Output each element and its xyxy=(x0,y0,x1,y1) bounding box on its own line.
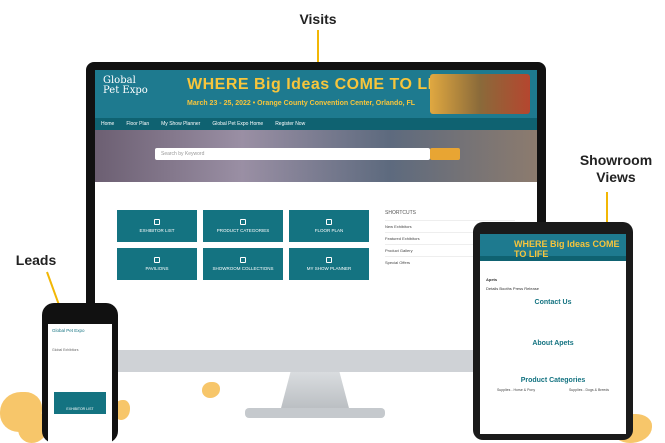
tile-label: FLOOR PLAN xyxy=(314,228,344,233)
monitor-stand xyxy=(280,372,350,412)
nav-home[interactable]: Home xyxy=(101,121,114,127)
phone-text: Global Exhibitors xyxy=(52,348,79,352)
decorative-blob xyxy=(202,382,220,398)
phone-button-label: EXHIBITOR LIST xyxy=(66,407,94,411)
tile-show-planner[interactable]: MY SHOW PLANNER xyxy=(289,248,369,280)
search-icon xyxy=(154,219,160,225)
tile-grid: EXHIBITOR LIST PRODUCT CATEGORIES FLOOR … xyxy=(117,210,377,280)
nav-show-planner[interactable]: My Show Planner xyxy=(161,121,200,127)
tablet-tabs[interactable]: Details Booths Press Release xyxy=(480,284,626,293)
phone-logo: Global Pet Expo xyxy=(52,328,85,333)
hero-search-area: Search by Keyword xyxy=(95,130,537,182)
showroom-text-2: Views xyxy=(596,169,636,185)
search-button[interactable] xyxy=(430,148,460,160)
tile-showroom-collections[interactable]: SHOWROOM COLLECTIONS xyxy=(203,248,283,280)
tablet-category-list: Supplies - Horse & Pony Supplies - Dogs … xyxy=(480,388,626,392)
site-banner: Global Pet Expo WHERE Big Ideas COME TO … xyxy=(95,70,537,118)
banner-headline: WHERE Big Ideas COME TO LIFE xyxy=(187,76,455,93)
tile-label: EXHIBITOR LIST xyxy=(139,228,175,233)
tablet-about-heading: About Apets xyxy=(532,340,574,347)
tile-floor-plan[interactable]: FLOOR PLAN xyxy=(289,210,369,242)
document-icon xyxy=(326,257,332,263)
nav-floor-plan[interactable]: Floor Plan xyxy=(126,121,149,127)
phone-exhibitor-list-button[interactable]: EXHIBITOR LIST xyxy=(54,392,106,414)
search-input[interactable]: Search by Keyword xyxy=(155,148,430,160)
tile-exhibitor-list[interactable]: EXHIBITOR LIST xyxy=(117,210,197,242)
tile-label: PRODUCT CATEGORIES xyxy=(216,228,270,233)
tablet-headline: WHERE Big Ideas COME TO LIFE xyxy=(514,239,620,259)
phone-screen: Global Pet Expo Global Exhibitors EXHIBI… xyxy=(48,324,112,443)
nav-register[interactable]: Register Now xyxy=(275,121,305,127)
monitor-screen: Global Pet Expo WHERE Big Ideas COME TO … xyxy=(95,70,537,350)
leads-label: Leads xyxy=(5,252,67,269)
document-icon xyxy=(326,219,332,225)
tablet-category-item[interactable]: Supplies - Dogs & Breeds xyxy=(569,388,609,392)
banner-photo-collage xyxy=(430,74,530,114)
tile-label: PAVILIONS xyxy=(145,266,169,271)
visits-label: Visits xyxy=(288,11,348,28)
tablet-categories-heading: Product Categories xyxy=(520,377,586,384)
tile-label: SHOWROOM COLLECTIONS xyxy=(212,266,274,271)
nav-expo-home[interactable]: Global Pet Expo Home xyxy=(212,121,263,127)
showroom-views-label: Showroom Views xyxy=(568,152,664,186)
shortcuts-title: SHORTCUTS xyxy=(385,210,417,216)
visits-text: Visits xyxy=(299,11,337,27)
monitor-base xyxy=(245,408,385,418)
showroom-text-1: Showroom xyxy=(579,152,653,168)
tablet-company-name: Apets xyxy=(486,277,498,282)
tablet-screen: WHERE Big Ideas COME TO LIFE Apets Detai… xyxy=(480,234,626,434)
logo-line-2: Pet Expo xyxy=(103,85,148,96)
tile-pavilions[interactable]: PAVILIONS xyxy=(117,248,197,280)
leads-text: Leads xyxy=(15,252,57,268)
tile-label: MY SHOW PLANNER xyxy=(306,266,352,271)
document-icon xyxy=(240,219,246,225)
main-nav: Home Floor Plan My Show Planner Global P… xyxy=(95,118,537,130)
banner-subheadline: March 23 - 25, 2022 • Orange County Conv… xyxy=(187,100,416,107)
document-icon xyxy=(240,257,246,263)
tablet-category-item[interactable]: Supplies - Horse & Pony xyxy=(497,388,535,392)
expo-logo: Global Pet Expo xyxy=(103,76,148,96)
tablet-banner: WHERE Big Ideas COME TO LIFE xyxy=(480,234,626,259)
tile-product-categories[interactable]: PRODUCT CATEGORIES xyxy=(203,210,283,242)
tablet-contact-heading: Contact Us xyxy=(534,299,572,306)
document-icon xyxy=(154,257,160,263)
